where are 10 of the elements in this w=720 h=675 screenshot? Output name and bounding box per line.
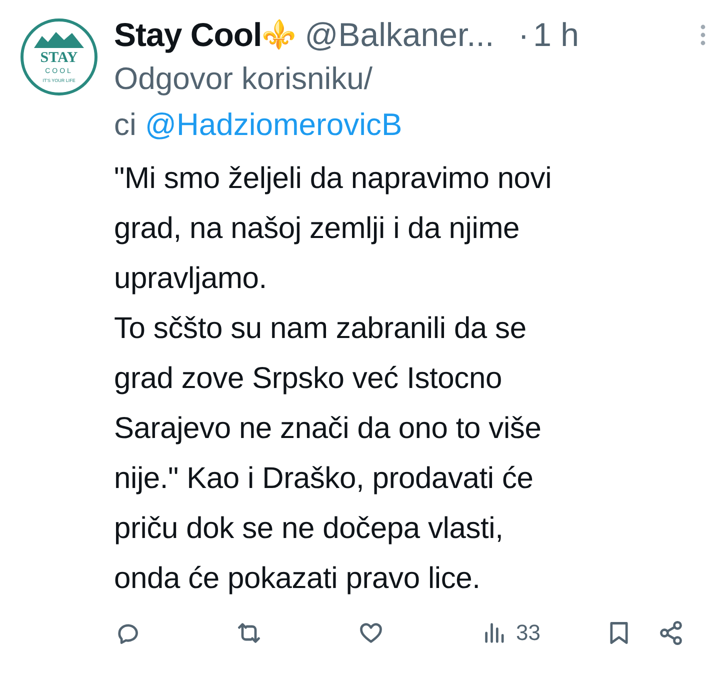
author-handle[interactable]: @Balkaner... xyxy=(304,14,494,56)
timestamp[interactable]: 1 h xyxy=(533,14,580,56)
separator: · xyxy=(518,15,530,55)
share-icon[interactable] xyxy=(658,620,684,646)
emoji: ⚜ xyxy=(262,18,297,52)
view-count: 33 xyxy=(516,619,540,647)
reply-to-text: ci xyxy=(114,107,136,142)
author-name[interactable]: Stay Cool xyxy=(114,14,262,56)
reply-to-text: Odgovor korisniku/ xyxy=(114,60,374,98)
tweet-text: "Mi smo željeli da napravimo novi grad, na našoj zemlji i da njime upravljamo. To sčšto su nam zabranili da se grad zove Srpsko već Istocno Sarajevo ne znači da ono to više nije." Kao i Draško, prodavati će priču dok se ne dočepa vlasti, onda će pokazati pravo lice. xyxy=(114,161,553,597)
